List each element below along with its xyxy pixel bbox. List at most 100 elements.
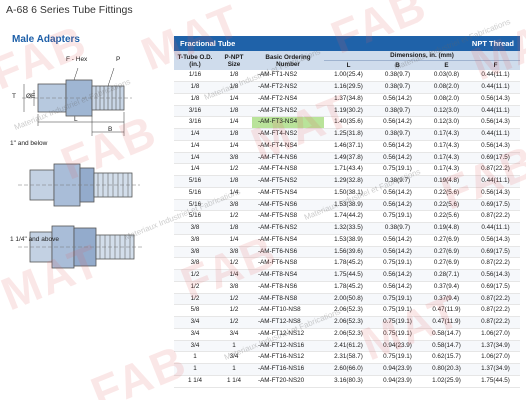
- table-cell: 0.87(22.2): [471, 257, 520, 271]
- table-cell: -AM-FT6-NS8: [252, 257, 324, 271]
- table-cell: 0.69(17.5): [471, 199, 520, 212]
- table-row: 5/16 1/4 -AM-FT5-NS4 1.50(38.1) 0.56(14.2) 0.…: [174, 187, 520, 200]
- table-cell: 1/2: [216, 293, 252, 306]
- table-cell: 0.94(23.9): [373, 363, 422, 376]
- table-cell: 1: [174, 351, 216, 365]
- table-row: 1/2 1/2 -AM-FT8-NS8 2.00(50.8) 0.75(19.1) 0.3…: [174, 293, 520, 306]
- table-cell: 1 1/4: [216, 375, 252, 388]
- table-cell: 1/2: [216, 257, 252, 271]
- table-cell: 0.17(4.3): [422, 140, 471, 153]
- table-cell: 1/8: [216, 105, 252, 118]
- table-row: 5/8 1/2 -AM-FT10-NS8 2.06(52.3) 0.75(19.1) 0.…: [174, 304, 520, 318]
- table-cell: 1/8: [216, 70, 252, 83]
- table-band: Fractional Tube NPT Thread: [174, 36, 520, 51]
- table-cell: -AM-FT3-NS4: [252, 116, 324, 130]
- table-cell: 0.37(9.4): [422, 281, 471, 294]
- table-cell: -AM-FT5-NS6: [252, 199, 324, 212]
- table-cell: 0.87(22.2): [471, 304, 520, 318]
- table-cell: 0.75(19.1): [373, 210, 422, 224]
- table-cell: 3/8: [174, 246, 216, 259]
- table-cell: 0.75(19.1): [373, 328, 422, 341]
- table-cell: 0.94(23.9): [373, 340, 422, 353]
- table-cell: 0.94(23.9): [373, 375, 422, 388]
- table-cell: 1: [174, 363, 216, 376]
- table-cell: 0.75(19.1): [373, 163, 422, 177]
- table-cell: 0.58(14.7): [422, 340, 471, 353]
- table-cell: 0.12(3.0): [422, 105, 471, 118]
- table-cell: 1/4: [216, 140, 252, 153]
- table-cell: 0.56(14.2): [373, 281, 422, 294]
- table-row: 1/4 1/4 -AM-FT4-NS4 1.46(37.1) 0.56(14.2) 0.1…: [174, 140, 520, 153]
- table-cell: 0.12(3.0): [422, 116, 471, 130]
- table-cell: -AM-FT4-NS4: [252, 140, 324, 153]
- band-right-label: NPT Thread: [471, 39, 514, 48]
- table-cell: 5/16: [174, 175, 216, 188]
- table-cell: 1/4: [174, 152, 216, 165]
- table-cell: 0.56(14.2): [373, 93, 422, 106]
- table-cell: -AM-FT12-NS8: [252, 316, 324, 329]
- table-cell: 1/4: [216, 234, 252, 247]
- table-cell: 1.78(45.2): [324, 257, 373, 271]
- table-cell: -AM-FT5-NS2: [252, 175, 324, 188]
- table-cell: 3/8: [216, 199, 252, 212]
- table-cell: 0.87(22.2): [471, 316, 520, 329]
- table-cell: 1/8: [174, 93, 216, 106]
- table-cell: 1.40(35.6): [324, 116, 373, 130]
- table-cell: 0.87(22.2): [471, 163, 520, 177]
- table-cell: -AM-FT4-NS2: [252, 128, 324, 141]
- table-row: 3/4 1 -AM-FT12-NS16 2.41(61.2) 0.94(23.9) 0.5…: [174, 340, 520, 353]
- table-cell: 0.56(14.2): [373, 140, 422, 153]
- table-cell: 1: [216, 363, 252, 376]
- caption-small: 1" and below: [10, 140, 48, 147]
- table-cell: 1/8: [216, 81, 252, 94]
- table-cell: -AM-FT5-NS4: [252, 187, 324, 200]
- table-cell: 1.53(38.9): [324, 199, 373, 212]
- table-cell: 3/4: [174, 316, 216, 329]
- table-cell: 1/2: [216, 163, 252, 177]
- table-cell: 2.06(52.3): [324, 304, 373, 318]
- table-cell: 1.00(25.4): [324, 70, 373, 83]
- table-cell: 0.56(14.2): [373, 269, 422, 282]
- table-row: 3/16 1/8 -AM-FT3-NS2 1.19(30.2) 0.38(9.7) 0.1…: [174, 105, 520, 118]
- table-cell: 0.56(14.3): [471, 93, 520, 106]
- table-cell: 0.80(20.3): [422, 363, 471, 376]
- table-cell: 1/4: [174, 140, 216, 153]
- table-cell: 0.38(9.7): [373, 105, 422, 118]
- table-cell: 1/2: [216, 210, 252, 224]
- table-cell: 1/8: [216, 222, 252, 235]
- table-cell: 1/16: [174, 70, 216, 83]
- table-row: 1 1/4 1 1/4 -AM-FT20-NS20 3.16(80.3) 0.94(23…: [174, 375, 520, 388]
- table-cell: 5/16: [174, 187, 216, 200]
- table-cell: 0.62(15.7): [422, 351, 471, 365]
- table-cell: 1/2: [216, 304, 252, 318]
- table-cell: -AM-FT4-NS8: [252, 163, 324, 177]
- table-row: 3/16 1/4 -AM-FT3-NS4 1.40(35.6) 0.56(14.2) 0.…: [174, 116, 520, 130]
- table-cell: 0.44(11.1): [471, 128, 520, 141]
- table-cell: 0.69(17.5): [471, 281, 520, 294]
- table-cell: -AM-FT6-NS2: [252, 222, 324, 235]
- table-cell: 0.17(4.3): [422, 163, 471, 177]
- table-row: 3/8 3/8 -AM-FT6-NS6 1.56(39.6) 0.56(14.2) 0.2…: [174, 246, 520, 259]
- table-cell: 2.31(58.7): [324, 351, 373, 365]
- table-cell: 1.53(38.9): [324, 234, 373, 247]
- table-cell: -AM-FT3-NS2: [252, 105, 324, 118]
- table-cell: 1.49(37.8): [324, 152, 373, 165]
- table-cell: 0.56(14.2): [373, 116, 422, 130]
- table-cell: -AM-FT4-NS6: [252, 152, 324, 165]
- table-cell: 0.47(11.9): [422, 316, 471, 329]
- table-cell: 1.02(25.9): [422, 375, 471, 388]
- table-cell: -AM-FT2-NS2: [252, 81, 324, 94]
- table-row: 3/8 1/4 -AM-FT6-NS4 1.53(38.9) 0.56(14.2) 0.2…: [174, 234, 520, 247]
- table-row: 1/4 1/8 -AM-FT4-NS2 1.25(31.8) 0.38(9.7) 0.17…: [174, 128, 520, 141]
- table-row: 1 3/4 -AM-FT16-NS12 2.31(58.7) 0.75(19.1) 0.6…: [174, 351, 520, 365]
- table-cell: 0.17(4.3): [422, 128, 471, 141]
- table-cell: 1.16(29.5): [324, 81, 373, 94]
- table-cell: 3/8: [174, 234, 216, 247]
- table-cell: 0.27(6.9): [422, 246, 471, 259]
- table-cell: 1.19(30.2): [324, 105, 373, 118]
- t-label: T: [12, 93, 16, 100]
- table-cell: 5/8: [174, 304, 216, 318]
- table-row: 3/8 1/2 -AM-FT6-NS8 1.78(45.2) 0.75(19.1) 0.2…: [174, 257, 520, 271]
- table-cell: 0.69(17.5): [471, 152, 520, 165]
- table-cell: 1.75(44.5): [324, 269, 373, 282]
